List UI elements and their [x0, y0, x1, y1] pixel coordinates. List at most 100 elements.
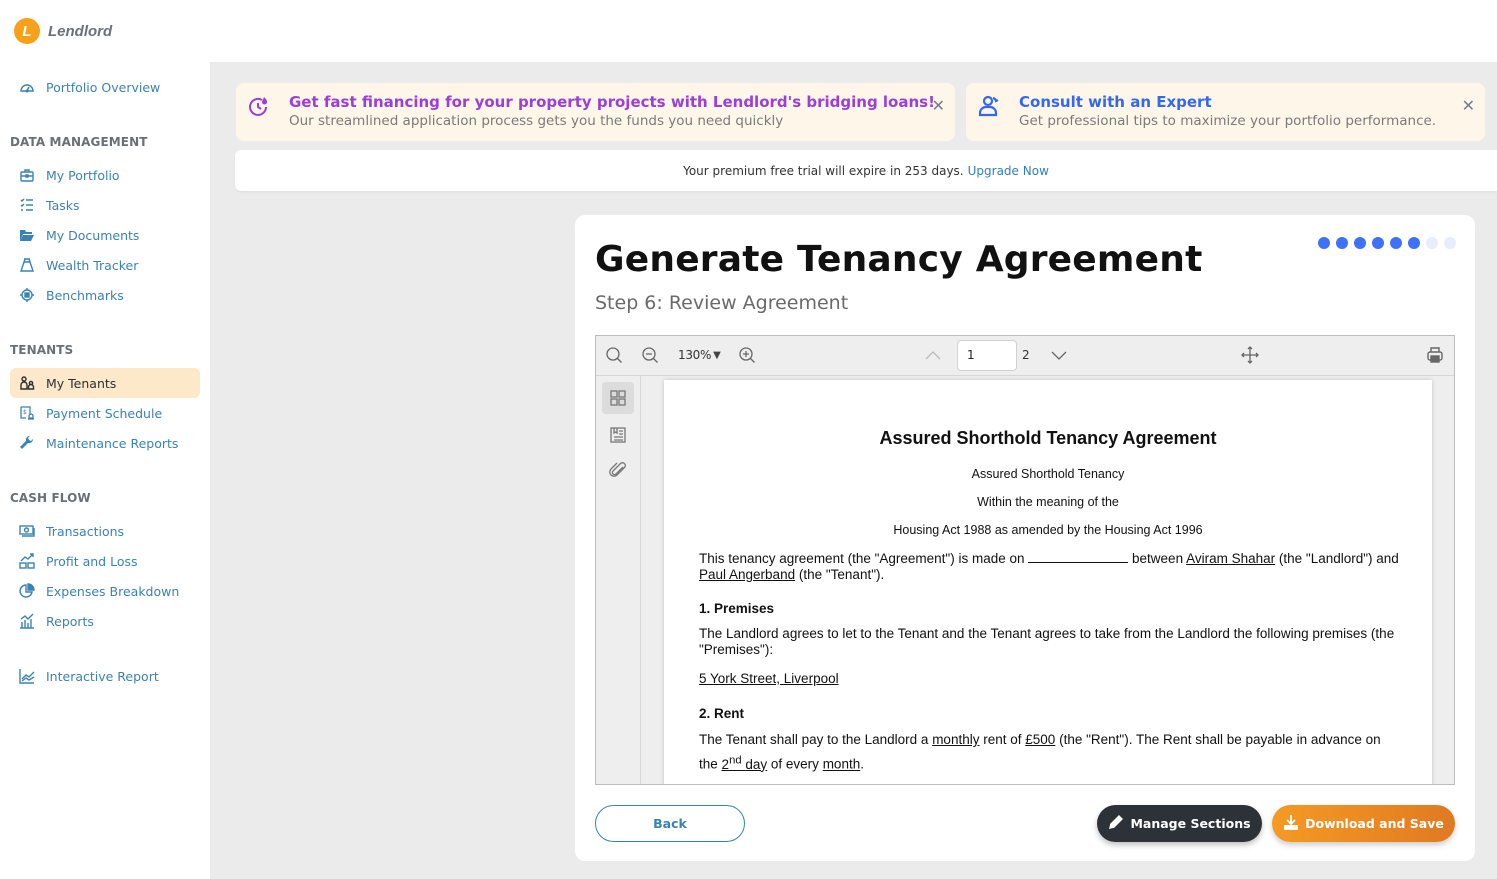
- sidebar: L Lendlord Portfolio Overview DATA MANAG…: [0, 0, 210, 879]
- step-dot-complete: [1318, 237, 1330, 249]
- download-icon: [1283, 814, 1299, 833]
- sidebar-item-tasks[interactable]: Tasks: [10, 190, 200, 220]
- sidebar-item-transactions[interactable]: Transactions: [10, 516, 200, 546]
- document-subtitle: Housing Act 1988 as amended by the Housi…: [893, 523, 1203, 537]
- caret-down-icon: ▼: [713, 349, 721, 361]
- sidebar-item-label: My Portfolio: [46, 167, 120, 183]
- top-bar: [210, 0, 1497, 62]
- document-page: Assured Shorthold Tenancy Agreement Assu…: [664, 380, 1432, 784]
- intro-text: (the "Tenant").: [798, 567, 885, 582]
- page-number-input[interactable]: 1: [957, 340, 1017, 371]
- wizard-card: Generate Tenancy Agreement Step 6: Revie…: [575, 215, 1475, 861]
- rent-text-part: rent of: [983, 732, 1022, 747]
- outline-icon[interactable]: [602, 419, 634, 451]
- sidebar-item-maintenance-reports[interactable]: Maintenance Reports: [10, 428, 200, 458]
- promo-subtitle: Get professional tips to maximize your p…: [1019, 113, 1437, 129]
- pan-move-icon[interactable]: [1241, 346, 1259, 364]
- document-subtitle: Assured Shorthold Tenancy: [971, 467, 1125, 481]
- search-icon[interactable]: [605, 346, 623, 364]
- document-subtitle: Within the meaning of the: [977, 495, 1119, 509]
- section-heading-rent: 2. Rent: [699, 706, 745, 721]
- briefcase-icon: [18, 166, 36, 184]
- close-icon[interactable]: ✕: [1462, 96, 1475, 115]
- tenants-icon: [18, 374, 36, 392]
- print-icon[interactable]: [1426, 346, 1444, 364]
- sidebar-item-payment-schedule[interactable]: $ Payment Schedule: [10, 398, 200, 428]
- agreement-intro: This tenancy agreement (the "Agreement")…: [699, 551, 1399, 583]
- zoom-out-icon[interactable]: [641, 346, 659, 364]
- sidebar-item-label: Reports: [46, 613, 94, 629]
- zoom-level-select[interactable]: 130% ▼: [678, 348, 721, 362]
- pdf-viewer: 130% ▼ 1 2 Assured Shorthold Tenancy Agre…: [595, 335, 1455, 785]
- section-title-cash-flow: CASH FLOW: [10, 491, 91, 505]
- rent-frequency: monthly: [932, 732, 980, 747]
- sidebar-item-label: Tasks: [46, 197, 80, 213]
- sidebar-item-expenses-breakdown[interactable]: Expenses Breakdown: [10, 576, 200, 606]
- sidebar-item-profit-and-loss[interactable]: Profit and Loss: [10, 546, 200, 576]
- sidebar-item-interactive-report[interactable]: Interactive Report: [10, 661, 200, 691]
- viewer-pages[interactable]: Assured Shorthold Tenancy Agreement Assu…: [642, 376, 1454, 784]
- fast-fire-icon: [248, 95, 270, 117]
- attachment-icon[interactable]: [602, 454, 634, 486]
- rent-period: month: [822, 756, 861, 772]
- sidebar-item-benchmarks[interactable]: Benchmarks: [10, 280, 200, 310]
- money-bag-icon: [18, 256, 36, 274]
- sidebar-item-label: Profit and Loss: [46, 553, 138, 569]
- pencil-icon: [1108, 814, 1124, 833]
- promo-title: Consult with an Expert: [1019, 93, 1212, 111]
- trial-banner: Your premium free trial will expire in 2…: [235, 150, 1497, 191]
- section-title-tenants: TENANTS: [10, 343, 74, 357]
- upgrade-now-link[interactable]: Upgrade Now: [968, 164, 1049, 178]
- previous-page-icon[interactable]: [924, 346, 942, 364]
- logo-text: Lendlord: [48, 22, 113, 40]
- rent-text-part: .: [860, 756, 864, 772]
- sidebar-item-my-tenants[interactable]: My Tenants: [10, 368, 200, 398]
- cash-icon: [18, 522, 36, 540]
- payment-schedule-icon: $: [18, 404, 36, 422]
- download-and-save-button[interactable]: Download and Save: [1272, 805, 1455, 842]
- page-title: Generate Tenancy Agreement: [595, 239, 1203, 280]
- rent-day-number: 2: [721, 756, 730, 772]
- tenant-name: Paul Angerband: [699, 567, 796, 582]
- intro-text: between: [1132, 551, 1184, 566]
- expert-user-icon: [978, 95, 1000, 117]
- sidebar-item-label: Transactions: [46, 523, 125, 539]
- sidebar-item-my-documents[interactable]: My Documents: [10, 220, 200, 250]
- zoom-in-icon[interactable]: [738, 346, 756, 364]
- intro-text: (the "Landlord") and: [1278, 551, 1399, 566]
- sidebar-item-portfolio-overview[interactable]: Portfolio Overview: [10, 72, 200, 102]
- page-total: 2: [1022, 348, 1030, 362]
- thumbnails-icon[interactable]: [602, 382, 634, 414]
- premises-text: The Landlord agrees to let to the Tenant…: [699, 626, 1395, 657]
- wrench-icon: [18, 434, 36, 452]
- sidebar-item-my-portfolio[interactable]: My Portfolio: [10, 160, 200, 190]
- step-dot-pending: [1426, 237, 1438, 249]
- viewer-sidebar: [596, 376, 641, 784]
- benchmark-icon: [18, 286, 36, 304]
- step-dot-complete: [1336, 237, 1348, 249]
- manage-sections-label: Manage Sections: [1130, 816, 1251, 831]
- checklist-icon: [18, 196, 36, 214]
- sidebar-item-label: Portfolio Overview: [46, 79, 161, 95]
- bar-chart-icon: [18, 612, 36, 630]
- folder-open-icon: [18, 226, 36, 244]
- sidebar-item-label: My Documents: [46, 227, 140, 243]
- promo-banner-consult-expert[interactable]: Consult with an Expert Get professional …: [966, 83, 1485, 141]
- back-button[interactable]: Back: [595, 805, 745, 842]
- logo[interactable]: L Lendlord: [14, 18, 112, 44]
- next-page-icon[interactable]: [1050, 346, 1068, 364]
- manage-sections-button[interactable]: Manage Sections: [1097, 805, 1262, 842]
- rent-amount: £500: [1025, 732, 1056, 747]
- promo-banner-bridging-loans[interactable]: Get fast financing for your property pro…: [236, 83, 955, 141]
- step-dot-complete: [1354, 237, 1366, 249]
- sidebar-item-reports[interactable]: Reports: [10, 606, 200, 636]
- rent-text: The Tenant shall pay to the Landlord a m…: [699, 730, 1399, 775]
- step-label: Step 6: Review Agreement: [595, 292, 849, 314]
- profit-loss-icon: [18, 552, 36, 570]
- date-blank: [1028, 551, 1129, 563]
- close-icon[interactable]: ✕: [932, 96, 945, 115]
- intro-text: This tenancy agreement (the "Agreement")…: [699, 551, 1025, 566]
- rent-day: 2nd day: [721, 754, 768, 772]
- svg-text:$: $: [23, 409, 27, 416]
- sidebar-item-wealth-tracker[interactable]: Wealth Tracker: [10, 250, 200, 280]
